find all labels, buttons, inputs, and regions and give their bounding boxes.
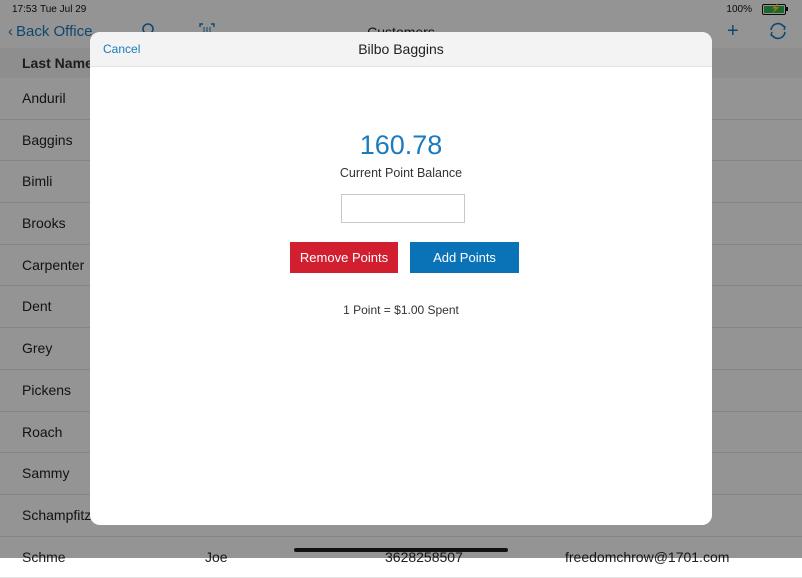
point-balance-label: Current Point Balance [339, 166, 463, 180]
point-balance-value: 160.78 [359, 130, 443, 160]
points-rate-text: 1 Point = $1.00 Spent [343, 303, 459, 317]
home-indicator[interactable] [294, 548, 508, 552]
modal-header: Cancel Bilbo Baggins [90, 32, 712, 67]
remove-points-button[interactable]: Remove Points [290, 242, 398, 273]
points-input[interactable] [341, 194, 465, 223]
modal-title: Bilbo Baggins [358, 41, 444, 57]
add-points-button[interactable]: Add Points [410, 242, 519, 273]
points-modal: Cancel Bilbo Baggins 160.78 Current Poin… [90, 32, 712, 525]
